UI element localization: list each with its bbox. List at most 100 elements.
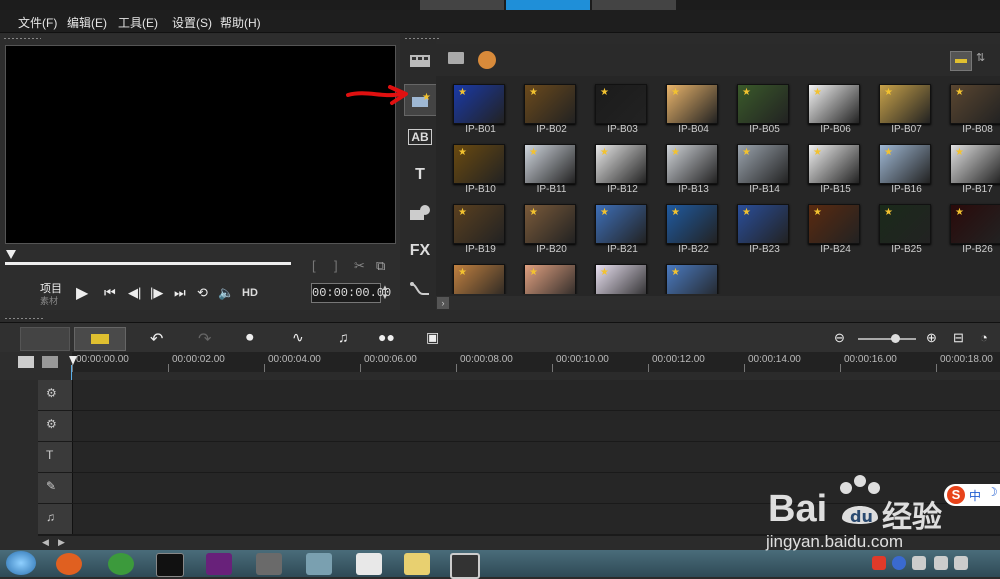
tab-capture[interactable] <box>420 0 504 10</box>
voice-track-header[interactable]: ✎ <box>38 473 73 503</box>
music-track-header[interactable]: ♫ <box>38 504 73 534</box>
graphic-icon[interactable] <box>404 198 436 228</box>
instant-project-template[interactable]: ★ IP-B13 <box>658 138 729 198</box>
enlarge-icon[interactable]: ⧉ <box>376 258 385 274</box>
instant-project-template[interactable]: ★ IP-B22 <box>658 198 729 258</box>
home-icon[interactable]: ⏮ <box>104 285 116 301</box>
menu-help[interactable]: 帮助(H) <box>220 14 261 31</box>
filter-icon[interactable]: FX <box>404 236 436 266</box>
sogou-tray-icon[interactable] <box>872 556 886 570</box>
transition-icon[interactable]: AB <box>404 122 436 152</box>
instant-project-template[interactable]: ★ IP-B24 <box>800 198 871 258</box>
document-icon[interactable] <box>356 553 382 575</box>
timecode-stepper[interactable]: ▲ ▼ <box>381 283 389 301</box>
mark-in-icon[interactable]: [ <box>312 258 316 273</box>
instant-project-template[interactable]: ★ <box>516 258 587 294</box>
auto-music-icon[interactable]: ♫ <box>338 329 349 345</box>
storyboard-view-icon[interactable] <box>20 327 70 351</box>
help-tray-icon[interactable] <box>892 556 906 570</box>
instant-project-template[interactable]: ★ IP-B25 <box>871 198 942 258</box>
subtitle-editor-icon[interactable]: ▣ <box>426 329 439 346</box>
instant-project-template[interactable]: ★ IP-B21 <box>587 198 658 258</box>
title-track-header[interactable]: T <box>38 442 73 472</box>
menu-tools[interactable]: 工具(E) <box>118 14 158 31</box>
redo-icon[interactable]: ↷ <box>198 329 211 349</box>
zoom-out-icon[interactable]: ⊖ <box>834 330 845 346</box>
overlay-track-header[interactable]: ⚙ <box>38 411 73 441</box>
tab-share[interactable] <box>592 0 676 10</box>
tray-icon[interactable] <box>954 556 968 570</box>
instant-project-template[interactable]: ★ IP-B05 <box>729 78 800 138</box>
title-track[interactable] <box>38 442 1000 474</box>
project-duration-icon[interactable]: ◔ <box>980 330 988 345</box>
scroll-left-icon[interactable]: ◀ <box>42 537 49 548</box>
end-icon[interactable]: ⏭ <box>174 285 186 301</box>
film-reel-icon[interactable] <box>478 51 496 69</box>
mode-clip-label[interactable]: 素材 <box>40 294 58 307</box>
expand-icon[interactable]: › <box>437 297 449 309</box>
console-icon[interactable] <box>156 553 184 577</box>
zoom-in-icon[interactable]: ⊕ <box>926 330 937 346</box>
mark-out-icon[interactable]: ] <box>334 258 338 273</box>
path-icon[interactable] <box>404 274 436 304</box>
timeline-grip[interactable] <box>4 317 44 320</box>
chapter-icon[interactable] <box>42 356 58 368</box>
overlay-track[interactable] <box>38 411 1000 443</box>
panel-grip[interactable] <box>404 37 440 40</box>
microphone-icon[interactable] <box>256 553 282 575</box>
zoom-slider[interactable] <box>858 338 916 340</box>
tools-icon[interactable] <box>306 553 332 575</box>
instant-project-template[interactable]: ★ IP-B17 <box>942 138 1000 198</box>
tray-icon[interactable] <box>934 556 948 570</box>
instant-project-template[interactable]: ★ IP-B08 <box>942 78 1000 138</box>
hd-toggle[interactable]: HD <box>242 287 258 299</box>
record-capture-icon[interactable]: ⏺ <box>246 329 254 346</box>
instant-project-template[interactable]: ★ <box>445 258 516 294</box>
video-track[interactable] <box>38 380 1000 412</box>
folder-taskbar-icon[interactable] <box>404 553 430 575</box>
timeline-ruler[interactable]: 00:00:00.00 00:00:02.00 00:00:04.00 00:00:0… <box>72 352 1000 372</box>
instant-project-template[interactable]: ★ IP-B11 <box>516 138 587 198</box>
instant-project-template[interactable]: ★ IP-B07 <box>871 78 942 138</box>
volume-icon[interactable]: 🔈 <box>218 285 234 301</box>
instant-project-template[interactable]: ★ <box>587 258 658 294</box>
media-icon[interactable] <box>404 46 436 76</box>
view-list-icon[interactable] <box>950 51 972 71</box>
instant-project-template[interactable]: ★ <box>658 258 729 294</box>
previous-frame-icon[interactable]: ◀| <box>128 285 141 301</box>
instant-project-template[interactable]: ★ IP-B03 <box>587 78 658 138</box>
scroll-right-icon[interactable]: ▶ <box>58 537 65 548</box>
playhead-marker[interactable] <box>69 356 77 365</box>
cut-icon[interactable]: ✂ <box>354 258 365 274</box>
instant-project-template[interactable]: ★ IP-B23 <box>729 198 800 258</box>
instant-project-template[interactable]: ★ IP-B01 <box>445 78 516 138</box>
instant-project-template[interactable]: ★ IP-B19 <box>445 198 516 258</box>
instant-project-template[interactable]: ★ IP-B16 <box>871 138 942 198</box>
undo-icon[interactable]: ↶ <box>150 329 163 349</box>
video-track-header[interactable]: ⚙ <box>38 380 73 410</box>
sound-mixer-icon[interactable]: ∿ <box>292 329 304 346</box>
chrome-icon[interactable] <box>108 553 134 575</box>
instant-project-template[interactable]: ★ IP-B14 <box>729 138 800 198</box>
folder-icon[interactable] <box>448 52 464 64</box>
instant-project-template[interactable]: ★ IP-B15 <box>800 138 871 198</box>
panel-grip[interactable] <box>3 37 41 40</box>
scrubber-handle[interactable] <box>6 250 16 259</box>
instant-project-template[interactable]: ★ IP-B20 <box>516 198 587 258</box>
next-frame-icon[interactable]: |▶ <box>150 285 163 301</box>
tab-edit[interactable] <box>506 0 590 10</box>
menu-settings[interactable]: 设置(S) <box>172 14 212 31</box>
timecode-field[interactable]: 00:00:00.00 <box>311 283 391 303</box>
menu-edit[interactable]: 编辑(E) <box>67 14 107 31</box>
ime-toolbar[interactable]: S 中 ☽ <box>944 484 1000 506</box>
instant-project-template[interactable]: ★ IP-B02 <box>516 78 587 138</box>
instant-project-template[interactable]: ★ IP-B12 <box>587 138 658 198</box>
fit-project-icon[interactable]: ⊟ <box>953 330 964 346</box>
firefox-icon[interactable] <box>56 553 82 575</box>
scrubber-bar[interactable] <box>5 262 291 265</box>
repeat-icon[interactable]: ⟲ <box>197 285 208 301</box>
menu-file[interactable]: 文件(F) <box>18 14 57 31</box>
tray-icon[interactable] <box>912 556 926 570</box>
start-button-icon[interactable] <box>6 551 36 575</box>
video-studio-taskbar-icon[interactable] <box>450 553 480 579</box>
